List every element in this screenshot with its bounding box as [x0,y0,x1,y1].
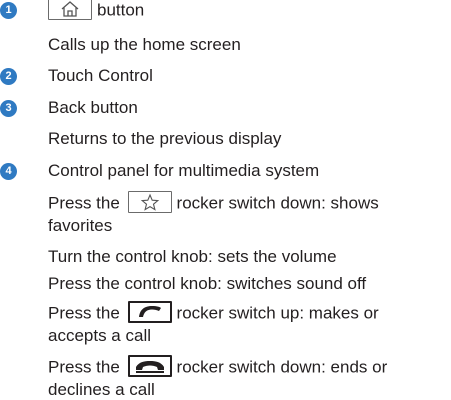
badge-2: 2 [0,68,17,85]
item-4-favorites-cont: favorites [48,216,113,235]
item-1-title: button [48,0,144,22]
item-4-accept-cont: accepts a call [48,326,151,345]
item-4-accept-line: Press the rocker switch up: makes or [48,301,379,325]
badge-4: 4 [0,163,17,180]
badge-3: 3 [0,100,17,117]
home-icon [48,0,92,20]
star-icon [127,191,172,213]
item-2-title: Touch Control [48,66,153,85]
item-4-end-cont: declines a call [48,380,155,399]
item-4-volume-line: Turn the control knob: sets the volume [48,247,337,266]
item-4-favorites-line: Press the rocker switch down: shows [48,191,379,215]
item-4-end-line: Press the rocker switch down: ends or [48,355,387,379]
item-3-desc: Returns to the previous display [48,129,282,148]
phone-accept-icon [127,301,172,323]
badge-1: 1 [0,2,17,19]
phone-end-icon [127,355,172,377]
item-1-desc: Calls up the home screen [48,35,241,54]
item-4-mute-line: Press the control knob: switches sound o… [48,274,367,293]
item-4-title: Control panel for multimedia system [48,161,320,180]
item-3-title: Back button [48,98,138,117]
